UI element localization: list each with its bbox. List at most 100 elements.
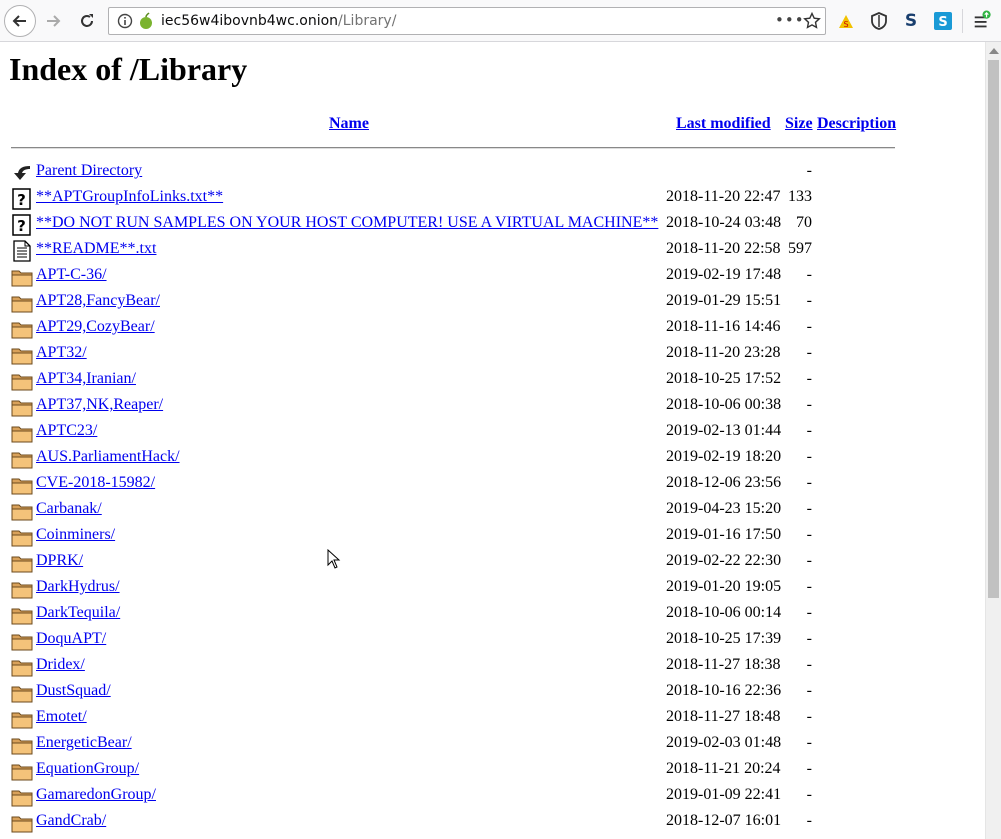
last-modified: 2018-12-07 16:01 [666,812,782,829]
entry-link[interactable]: Carbanak/ [36,500,102,518]
svg-text:?: ? [17,191,26,209]
scroll-up-arrow-icon[interactable] [989,48,999,54]
file-size: - [806,474,812,491]
table-row: DarkHydrus/2019-01-20 19:05 - [0,575,985,601]
table-row: APTC23/2019-02-13 01:44 - [0,419,985,445]
table-row: APT34,Iranian/2018-10-25 17:52 - [0,367,985,393]
table-row: Carbanak/2019-04-23 15:20 - [0,497,985,523]
entry-link[interactable]: APT29,CozyBear/ [36,318,155,336]
bookmark-star-icon[interactable] [803,12,821,30]
table-row: ? **DO NOT RUN SAMPLES ON YOUR HOST COMPU… [0,211,985,237]
folder-icon [11,504,33,521]
last-modified: 2018-11-21 20:24 [666,760,781,777]
entry-link[interactable]: EnergeticBear/ [36,734,132,752]
shield-icon[interactable] [869,11,889,31]
entry-link[interactable]: APT32/ [36,344,87,362]
s-extension-icon[interactable]: S [901,11,921,31]
entry-link[interactable]: GamaredonGroup/ [36,786,156,804]
folder-icon [11,790,33,807]
onion-icon [140,12,152,29]
file-size: 597 [788,240,812,257]
url-path: /Library/ [338,13,397,29]
entry-link[interactable]: APTC23/ [36,422,97,440]
file-size: - [806,526,812,543]
sort-by-size-link[interactable]: Size [785,115,813,133]
sort-by-modified-link[interactable]: Last modified [676,115,771,133]
folder-icon [11,478,33,495]
last-modified: 2018-11-27 18:38 [666,656,781,673]
last-modified: 2018-10-24 03:48 [666,214,782,231]
svg-text:S: S [843,20,848,29]
folder-icon [11,452,33,469]
table-row: ? **APTGroupInfoLinks.txt** 2018-11-20 22:… [0,185,985,211]
info-icon[interactable] [117,13,133,29]
file-size: - [806,604,812,621]
entry-link[interactable]: DustSquad/ [36,682,111,700]
table-row: GamaredonGroup/2019-01-09 22:41 - [0,783,985,809]
table-row: Coinminers/2019-01-16 17:50 - [0,523,985,549]
unknown-file-icon: ? [12,214,31,236]
table-row: DoquAPT/2018-10-25 17:39 - [0,627,985,653]
last-modified: 2019-02-19 17:48 [666,266,782,283]
file-size: - [806,500,812,517]
file-size: - [806,318,812,335]
table-row: AUS.ParliamentHack/2019-02-19 18:20 - [0,445,985,471]
last-modified: 2018-11-27 18:48 [666,708,781,725]
file-size: - [806,552,812,569]
folder-icon [11,400,33,417]
parent-directory-link[interactable]: Parent Directory [36,162,142,180]
vertical-scrollbar[interactable] [985,42,1001,839]
entry-link[interactable]: DarkHydrus/ [36,578,120,596]
scrollbar-thumb[interactable] [988,60,999,598]
url-bar[interactable]: iec56w4ibovnb4wc.onion/Library/ ••• [108,7,826,35]
skype-extension-icon[interactable]: S [933,11,953,31]
back-button[interactable] [4,5,36,37]
table-row: Emotet/2018-11-27 18:48 - [0,705,985,731]
table-row: CVE-2018-15982/2018-12-06 23:56 - [0,471,985,497]
entry-link[interactable]: DarkTequila/ [36,604,120,622]
file-size: - [806,266,812,283]
entry-link[interactable]: Dridex/ [36,656,85,674]
entry-link[interactable]: Emotet/ [36,708,87,726]
entry-link[interactable]: **APTGroupInfoLinks.txt** [36,188,223,206]
sort-by-description-link[interactable]: Description [817,115,896,133]
last-modified: 2019-02-13 01:44 [666,422,782,439]
url-text[interactable]: iec56w4ibovnb4wc.onion/Library/ [161,13,396,29]
folder-icon [11,608,33,625]
entry-link[interactable]: GandCrab/ [36,812,106,830]
file-size: 133 [788,188,812,205]
table-row: EnergeticBear/2019-02-03 01:48 - [0,731,985,757]
table-row: APT29,CozyBear/2018-11-16 14:46 - [0,315,985,341]
entry-link[interactable]: APT28,FancyBear/ [36,292,160,310]
svg-text:?: ? [17,217,26,235]
folder-icon [11,660,33,677]
last-modified: 2018-10-06 00:38 [666,396,782,413]
entry-link[interactable]: APT37,NK,Reaper/ [36,396,163,414]
entry-link[interactable]: APT34,Iranian/ [36,370,136,388]
toolbar-separator [962,9,963,33]
entry-link[interactable]: **README**.txt [36,240,156,258]
header-divider [11,147,895,149]
last-modified: 2019-04-23 15:20 [666,500,782,517]
file-size: - [806,370,812,387]
noscript-icon[interactable]: S [836,11,856,31]
entry-link[interactable]: Coinminers/ [36,526,115,544]
entry-link[interactable]: DoquAPT/ [36,630,106,648]
folder-icon [11,322,33,339]
forward-arrow-icon [47,15,61,27]
file-size: - [806,734,812,751]
sort-by-name-link[interactable]: Name [329,115,369,133]
entry-link[interactable]: DPRK/ [36,552,83,570]
forward-button[interactable] [38,6,68,36]
reload-button[interactable] [72,6,102,36]
entry-link[interactable]: CVE-2018-15982/ [36,474,155,492]
mouse-cursor-icon [327,549,341,569]
last-modified: 2018-11-20 23:28 [666,344,781,361]
menu-button[interactable] [972,10,992,31]
page-actions-icon[interactable]: ••• [775,11,805,29]
folder-icon [11,764,33,781]
entry-link[interactable]: EquationGroup/ [36,760,139,778]
entry-link[interactable]: AUS.ParliamentHack/ [36,448,180,466]
entry-link[interactable]: APT-C-36/ [36,266,107,284]
entry-link[interactable]: **DO NOT RUN SAMPLES ON YOUR HOST COMPUT… [36,214,658,232]
